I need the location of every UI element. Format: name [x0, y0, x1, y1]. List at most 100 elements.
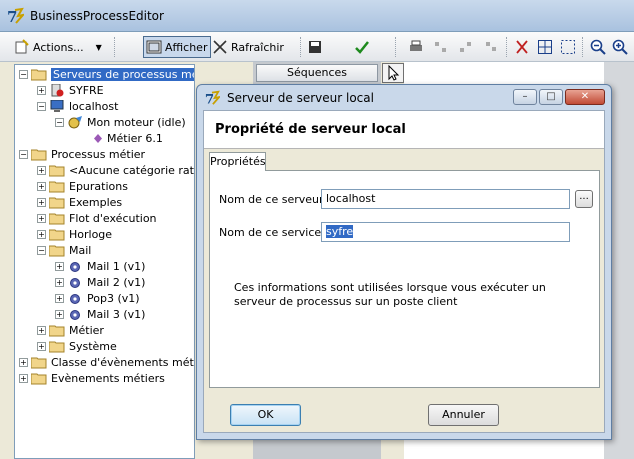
expand-icon[interactable]: + — [19, 357, 28, 367]
expand-icon[interactable]: + — [19, 373, 28, 383]
tree-node-flot[interactable]: + Flot d'exécution — [37, 210, 157, 226]
align-icon — [460, 42, 471, 52]
tree-node-classes[interactable]: + Classe d'évènements métiers — [19, 354, 194, 370]
expand-icon[interactable]: + — [37, 229, 46, 239]
snap-button[interactable] — [560, 36, 576, 58]
tree-node-epurations[interactable]: + Epurations — [37, 178, 128, 194]
print-button[interactable] — [408, 36, 424, 58]
view-icon — [146, 40, 162, 54]
dialog-body: Propriété de serveur local Propriétés No… — [203, 110, 605, 433]
zoom-in-icon — [612, 39, 628, 55]
info-text: Ces informations sont utilisées lorsque … — [234, 281, 546, 308]
collapse-icon[interactable]: − — [37, 101, 46, 111]
minimize-button[interactable]: – — [513, 89, 537, 105]
tree-node-pop3[interactable]: + Pop3 (v1) — [55, 290, 140, 306]
printer-icon — [410, 40, 422, 51]
tree-label: Classe d'évènements métiers — [51, 355, 194, 369]
cursor-icon — [388, 64, 400, 81]
actions-icon — [15, 39, 29, 54]
expand-icon[interactable]: + — [37, 165, 46, 175]
expand-icon[interactable]: + — [37, 341, 46, 351]
tree-label: Métier 6.1 — [107, 131, 163, 145]
dialog-title: Serveur de serveur local — [227, 91, 374, 105]
grid-icon — [538, 40, 552, 54]
tree-node-syfre[interactable]: + SYFRE — [37, 82, 104, 98]
folder-open-icon — [31, 69, 47, 80]
tree-node-systeme[interactable]: + Système — [37, 338, 117, 354]
collapse-icon[interactable]: − — [19, 149, 28, 159]
expand-icon[interactable]: + — [55, 293, 64, 303]
align-center-button[interactable] — [458, 36, 474, 58]
expand-icon[interactable]: + — [55, 261, 64, 271]
save-button[interactable] — [307, 36, 323, 58]
tree-label: localhost — [69, 99, 119, 113]
actions-menu-button[interactable]: Actions... ▼ — [14, 36, 102, 58]
zoom-in-button[interactable] — [612, 36, 628, 58]
tree-label: Flot d'exécution — [69, 211, 157, 225]
expand-icon[interactable]: + — [37, 325, 46, 335]
toolbar-separator — [506, 37, 507, 57]
sequences-button[interactable]: Séquences — [256, 64, 378, 82]
expand-icon[interactable]: + — [37, 85, 46, 95]
actions-label: Actions... — [33, 40, 84, 54]
process-tree[interactable]: − Serveurs de processus métier + SYFRE −… — [14, 64, 195, 459]
toolbar-separator — [114, 37, 115, 57]
folder-icon — [49, 229, 65, 240]
server-name-input[interactable]: localhost — [321, 189, 570, 209]
folder-icon — [31, 373, 47, 384]
afficher-button[interactable]: Afficher — [143, 36, 212, 58]
grid-button[interactable] — [537, 36, 553, 58]
toolbar-separator — [582, 37, 583, 57]
align-left-button[interactable] — [433, 36, 449, 58]
browse-button[interactable]: ... — [575, 190, 593, 208]
afficher-label: Afficher — [165, 40, 208, 54]
tree-node-metier[interactable]: + Métier — [37, 322, 104, 338]
validate-button[interactable] — [354, 36, 370, 58]
tree-node-mail1[interactable]: + Mail 1 (v1) — [55, 258, 145, 274]
tree-node-localhost[interactable]: − localhost — [37, 98, 118, 114]
server-name-label: Nom de ce serveur : — [219, 193, 331, 206]
align-icon — [486, 42, 496, 51]
maximize-button[interactable]: □ — [539, 89, 563, 105]
tree-node-horloge[interactable]: + Horloge — [37, 226, 112, 242]
tree-node-servers[interactable]: − Serveurs de processus métier — [19, 66, 194, 82]
expand-icon[interactable]: + — [37, 197, 46, 207]
expand-icon[interactable]: + — [37, 181, 46, 191]
folder-icon — [49, 341, 65, 352]
align-icon — [435, 42, 446, 52]
folder-open-icon — [31, 149, 47, 160]
zoom-out-button[interactable] — [590, 36, 606, 58]
pointer-tool-button[interactable] — [382, 63, 404, 83]
tree-label: Mon moteur (idle) — [87, 115, 186, 129]
tab-proprietes[interactable]: Propriétés — [209, 152, 266, 171]
tree-node-mail[interactable]: − Mail — [37, 242, 91, 258]
process-icon — [70, 309, 80, 320]
service-name-input[interactable]: syfre — [321, 222, 570, 242]
tree-node-metier-61[interactable]: Métier 6.1 — [93, 130, 163, 146]
collapse-icon[interactable]: − — [55, 117, 64, 127]
expand-icon[interactable]: + — [55, 309, 64, 319]
expand-icon[interactable]: + — [37, 213, 46, 223]
cut-button[interactable] — [514, 36, 530, 58]
tree-node-no-category[interactable]: + <Aucune catégorie rattachée> — [37, 162, 194, 178]
tree-node-engine[interactable]: − Mon moteur (idle) — [55, 114, 186, 130]
folder-icon — [49, 181, 65, 192]
folder-icon — [49, 165, 65, 176]
expand-icon[interactable]: + — [55, 277, 64, 287]
folder-icon — [31, 357, 47, 368]
align-right-button[interactable] — [483, 36, 499, 58]
tree-node-evenements[interactable]: + Evènements métiers — [19, 370, 165, 386]
collapse-icon[interactable]: − — [37, 245, 46, 255]
tree-node-processus[interactable]: − Processus métier — [19, 146, 145, 162]
tree-node-mail2[interactable]: + Mail 2 (v1) — [55, 274, 145, 290]
tree-node-mail3[interactable]: + Mail 3 (v1) — [55, 306, 145, 322]
collapse-icon[interactable]: − — [19, 69, 28, 79]
rafraichir-button[interactable]: Rafraîchir — [212, 36, 284, 58]
process-icon — [70, 293, 80, 304]
computer-icon — [50, 99, 64, 112]
ok-button[interactable]: OK — [230, 404, 301, 426]
tree-node-exemples[interactable]: + Exemples — [37, 194, 122, 210]
cancel-button[interactable]: Annuler — [428, 404, 499, 426]
close-button[interactable]: ✕ — [565, 89, 605, 105]
service-name-value: syfre — [326, 225, 354, 238]
